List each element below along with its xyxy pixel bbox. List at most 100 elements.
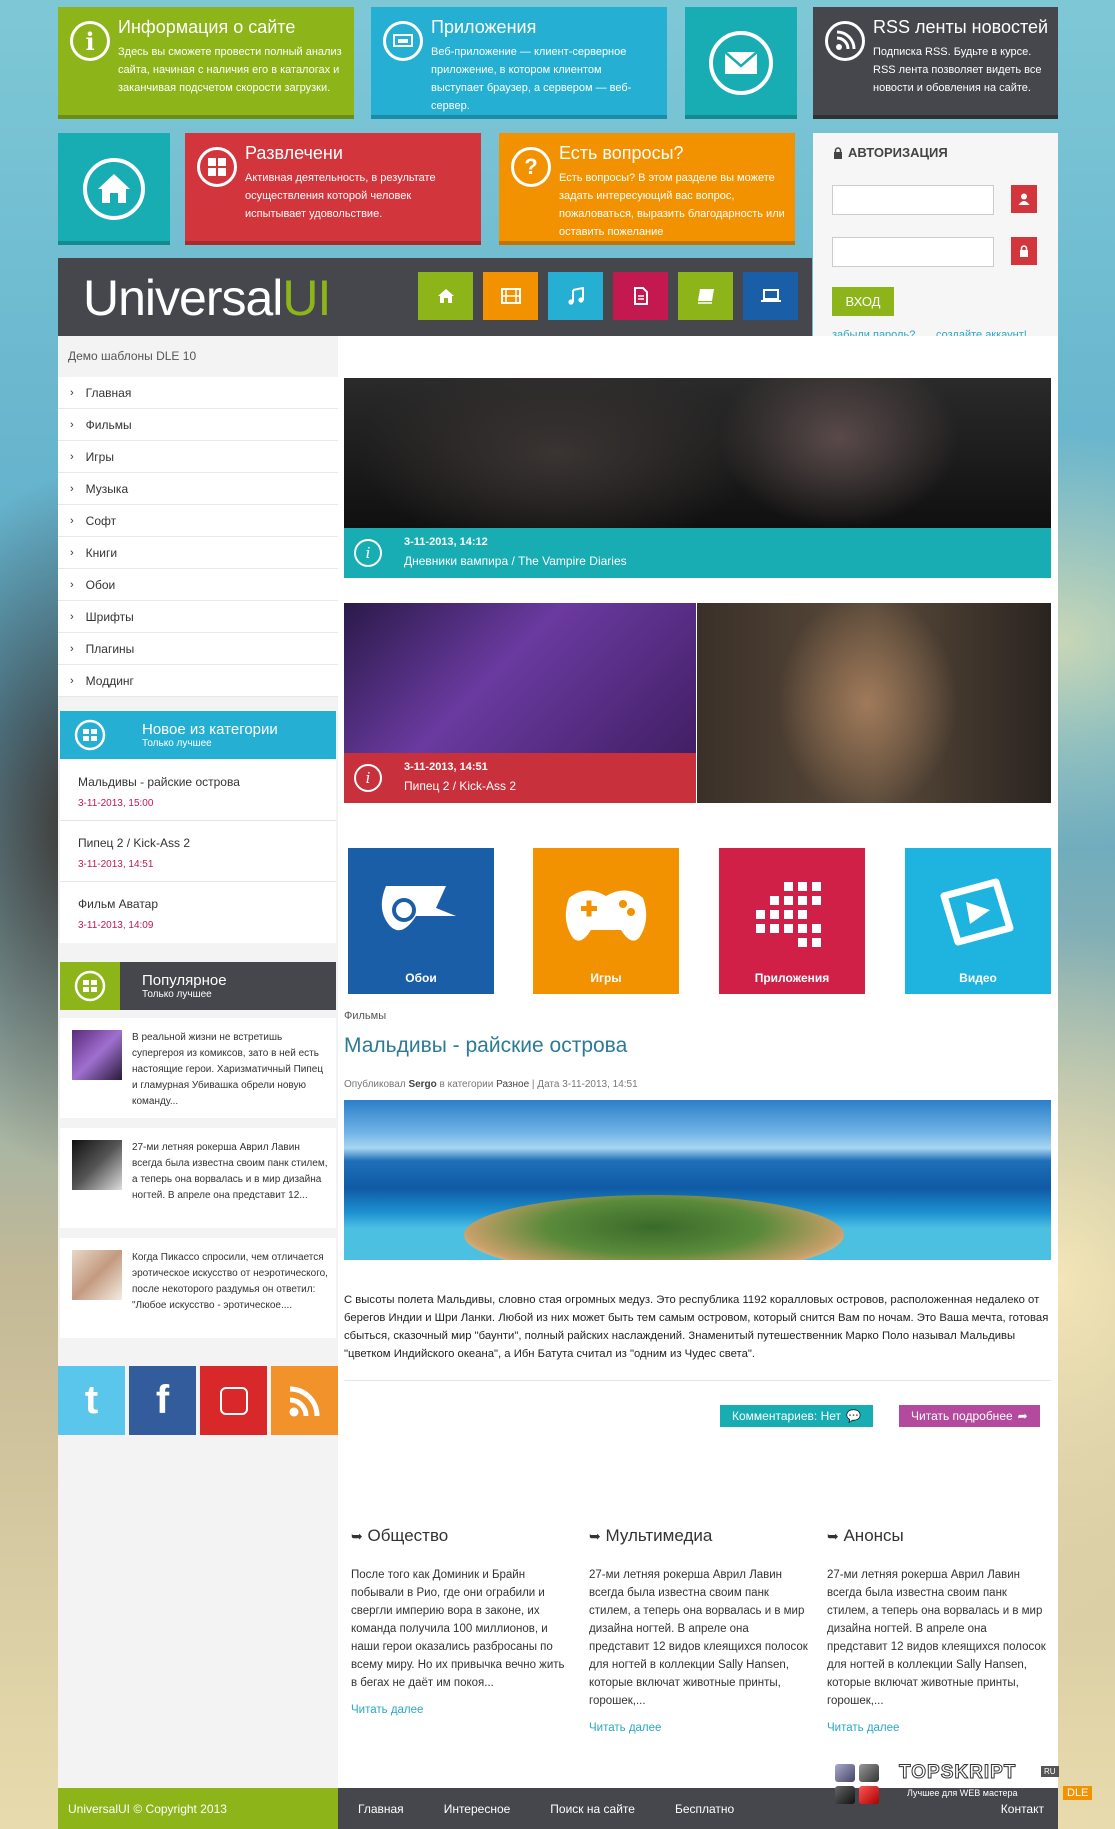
lock-icon (834, 146, 842, 159)
film-nav-button[interactable] (483, 272, 538, 320)
read-more-label: Читать подробнее (911, 1409, 1013, 1423)
apps-icon (383, 21, 423, 61)
read-more-button[interactable]: Читать подробнее ➦ (899, 1405, 1040, 1427)
menu-label: Обои (85, 577, 116, 592)
question-icon: ? (511, 147, 551, 187)
faq-tile-title: Есть вопросы? (559, 143, 684, 163)
article-category[interactable]: Фильмы (344, 1010, 386, 1022)
popular-item[interactable]: 27-ми летняя рокерша Аврил Лавин всегда … (60, 1128, 336, 1228)
chevron-right-icon: › (70, 546, 74, 559)
article-body: С высоты полета Мальдивы, словно стая ог… (344, 1294, 1049, 1360)
list-item-title[interactable]: Фильм Аватар (78, 897, 336, 911)
cat-games[interactable]: Игры (533, 848, 679, 994)
fun-tile[interactable]: Развлечени Активная деятельность, в резу… (185, 133, 481, 245)
faq-tile[interactable]: ? Есть вопросы? Есть вопросы? В этом раз… (499, 133, 795, 245)
menu-item-books[interactable]: › Книги (58, 537, 338, 569)
comments-label: Комментариев: Нет (732, 1409, 842, 1423)
footer-col-title-text: Анонсы (843, 1526, 904, 1545)
apps-grid-icon (756, 882, 821, 947)
footer-nav-interesting[interactable]: Интересное (444, 1802, 511, 1816)
slide-wolverine[interactable] (697, 603, 1051, 803)
list-item-title[interactable]: Пипец 2 / Kick-Ass 2 (78, 836, 336, 850)
twitter-icon: t (84, 1378, 99, 1422)
youtube-button[interactable] (200, 1366, 267, 1435)
rss-button[interactable] (271, 1366, 338, 1435)
menu-item-wallpapers[interactable]: › Обои (58, 569, 338, 601)
menu-item-plugins[interactable]: › Плагины (58, 633, 338, 665)
youtube-icon (219, 1386, 248, 1415)
article-meta: Опубликовал Sergo в категории Разное | Д… (344, 1079, 638, 1090)
chevron-right-icon: › (70, 642, 74, 655)
list-item-title[interactable]: Мальдивы - райские острова (78, 775, 336, 789)
rss-tile-title: RSS ленты новостей (873, 17, 1049, 37)
list-item[interactable]: Мальдивы - райские острова 3-11-2013, 15… (60, 760, 336, 821)
author-link[interactable]: Sergo (408, 1079, 436, 1090)
laptop-nav-button[interactable] (743, 272, 798, 320)
footer-nav-search[interactable]: Поиск на сайте (550, 1802, 635, 1816)
footer-col-link[interactable]: Читать далее (827, 1722, 1047, 1734)
rss-tile-text: Подписка RSS. Будьте в курсе. RSS лента … (873, 46, 1042, 94)
twitter-button[interactable]: t (58, 1366, 125, 1435)
article-title[interactable]: Мальдивы - райские острова (344, 1034, 627, 1058)
menu-label: Моддинг (85, 673, 134, 688)
fun-tile-title: Развлечени (245, 143, 343, 163)
cat-apps[interactable]: Приложения (719, 848, 865, 994)
list-item[interactable]: Фильм Аватар 3-11-2013, 14:09 (60, 882, 336, 943)
fun-tile-text: Активная деятельность, в результате осущ… (245, 172, 436, 220)
cat-wallpapers[interactable]: Обои (348, 848, 494, 994)
rss-tile[interactable]: RSS ленты новостей Подписка RSS. Будьте … (813, 7, 1058, 119)
facebook-button[interactable]: f (129, 1366, 196, 1435)
film-icon (500, 288, 521, 304)
slide-title[interactable]: Дневники вампира / The Vampire Diaries (404, 554, 627, 568)
menu-item-modding[interactable]: › Моддинг (58, 665, 338, 697)
new-block-list: Мальдивы - райские острова 3-11-2013, 15… (60, 760, 336, 943)
info-tile[interactable]: i Информация о сайте Здесь вы сможете пр… (58, 7, 354, 119)
menu-item-home[interactable]: › Главная (58, 377, 338, 409)
slide-title[interactable]: Пипец 2 / Kick-Ass 2 (404, 779, 516, 793)
watermark-cube (859, 1786, 879, 1804)
password-field[interactable] (832, 237, 994, 267)
thumbnail (72, 1250, 122, 1300)
menu-label: Книги (85, 545, 118, 560)
slide-kickass[interactable]: i 3-11-2013, 14:51 Пипец 2 / Kick-Ass 2 (344, 603, 696, 803)
laptop-icon (760, 289, 781, 302)
home-tile[interactable] (58, 133, 170, 245)
faq-tile-text: Есть вопросы? В этом разделе вы можете з… (559, 172, 785, 238)
document-icon (633, 287, 648, 305)
mail-tile[interactable] (685, 7, 797, 119)
popular-item[interactable]: В реальной жизни не встретишь супергероя… (60, 1018, 336, 1118)
chevron-right-icon: › (70, 674, 74, 687)
footer-nav-free[interactable]: Бесплатно (675, 1802, 734, 1816)
menu-item-games[interactable]: › Игры (58, 441, 338, 473)
music-nav-button[interactable] (548, 272, 603, 320)
menu-item-films[interactable]: › Фильмы (58, 409, 338, 441)
menu-item-fonts[interactable]: › Шрифты (58, 601, 338, 633)
footer-col-link[interactable]: Читать далее (589, 1722, 809, 1734)
login-field[interactable] (832, 185, 994, 215)
popular-subtitle: Только лучшее (142, 989, 212, 1000)
category-link[interactable]: Разное (496, 1079, 529, 1090)
book-icon (697, 289, 714, 304)
chevron-right-icon: › (70, 386, 74, 399)
comments-button[interactable]: Комментариев: Нет 💬 (720, 1405, 873, 1427)
popular-item[interactable]: Когда Пикассо спросили, чем отличается э… (60, 1238, 336, 1338)
home-nav-button[interactable] (418, 272, 473, 320)
menu-item-music[interactable]: › Музыка (58, 473, 338, 505)
rss-feed-icon (289, 1386, 319, 1416)
login-button[interactable]: ВХОД (832, 287, 894, 316)
footer-col-link[interactable]: Читать далее (351, 1704, 571, 1716)
logo[interactable]: UniversalUI (83, 269, 331, 327)
cat-video[interactable]: Видео (905, 848, 1051, 994)
grid-icon (197, 147, 237, 187)
apps-tile[interactable]: Приложения Веб-приложение — клиент-серве… (371, 7, 667, 119)
list-item[interactable]: Пипец 2 / Kick-Ass 2 3-11-2013, 14:51 (60, 821, 336, 882)
user-icon (1011, 185, 1037, 213)
footer-nav-home[interactable]: Главная (358, 1802, 404, 1816)
cat-label: Обои (405, 971, 437, 985)
footer-col-multimedia: ➥ Мультимедиа 27-ми летняя рокерша Аврил… (589, 1526, 809, 1734)
slide-vampire[interactable]: i 3-11-2013, 14:12 Дневники вампира / Th… (344, 378, 1051, 578)
menu-item-soft[interactable]: › Софт (58, 505, 338, 537)
book-nav-button[interactable] (678, 272, 733, 320)
info-tile-text: Здесь вы сможете провести полный анализ … (118, 46, 342, 94)
document-nav-button[interactable] (613, 272, 668, 320)
